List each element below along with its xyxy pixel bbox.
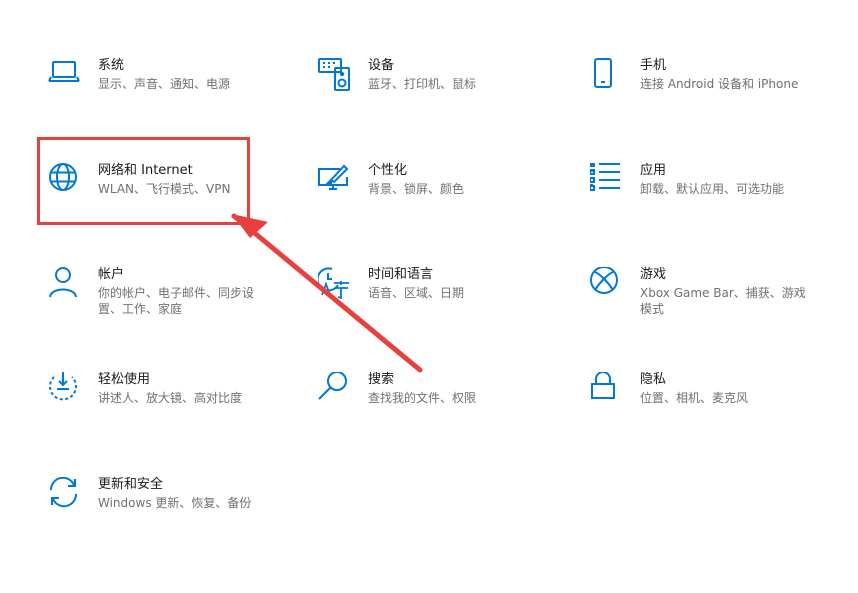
tile-title: 网络和 Internet xyxy=(98,163,193,178)
tile-title: 搜索 xyxy=(368,372,395,387)
tile-title: 更新和安全 xyxy=(98,477,164,492)
tile-title: 帐户 xyxy=(98,267,125,282)
sync-icon xyxy=(48,477,80,511)
tile-title: 隐私 xyxy=(640,372,667,387)
settings-tile-phone[interactable]: 手机 连接 Android 设备和 iPhone xyxy=(590,58,835,118)
settings-tile-personalization[interactable]: 个性化 背景、锁屏、颜色 xyxy=(318,163,563,223)
keyboard-speaker-icon xyxy=(318,58,350,92)
settings-tile-accounts[interactable]: 帐户 你的帐户、电子邮件、同步设置、工作、家庭 xyxy=(48,267,293,327)
tile-description: 讲述人、放大镜、高对比度 xyxy=(98,391,243,405)
tile-description: 你的帐户、电子邮件、同步设置、工作、家庭 xyxy=(98,286,255,316)
settings-tile-apps[interactable]: 应用 卸载、默认应用、可选功能 xyxy=(590,163,835,223)
settings-tile-gaming[interactable]: 游戏 Xbox Game Bar、捕获、游戏模式 xyxy=(590,267,835,327)
time-language-icon xyxy=(318,267,350,301)
tile-description: 背景、锁屏、颜色 xyxy=(368,182,465,196)
settings-tile-devices[interactable]: 设备 蓝牙、打印机、鼠标 xyxy=(318,58,563,118)
tile-description: Xbox Game Bar、捕获、游戏模式 xyxy=(640,286,806,316)
search-icon xyxy=(318,372,350,406)
tile-description: Windows 更新、恢复、备份 xyxy=(98,496,252,510)
person-icon xyxy=(48,267,80,301)
tile-description: 查找我的文件、权限 xyxy=(368,391,477,405)
settings-tile-update-security[interactable]: 更新和安全 Windows 更新、恢复、备份 xyxy=(48,477,293,537)
tile-description: 显示、声音、通知、电源 xyxy=(98,77,231,91)
tile-title: 游戏 xyxy=(640,267,667,282)
lock-icon xyxy=(590,372,622,406)
tile-description: 连接 Android 设备和 iPhone xyxy=(640,77,799,91)
tile-description: WLAN、飞行模式、VPN xyxy=(98,182,231,196)
phone-icon xyxy=(590,58,622,92)
monitor-brush-icon xyxy=(318,163,350,197)
app-list-icon xyxy=(590,163,622,197)
tile-description: 卸载、默认应用、可选功能 xyxy=(640,182,785,196)
settings-tile-system[interactable]: 系统 显示、声音、通知、电源 xyxy=(48,58,293,118)
tile-title: 设备 xyxy=(368,58,395,73)
settings-home: 系统 显示、声音、通知、电源 设备 蓝牙、打印机、鼠标 手机 连接 Androi… xyxy=(0,0,858,593)
tile-title: 手机 xyxy=(640,58,667,73)
tile-title: 时间和语言 xyxy=(368,267,434,282)
globe-icon xyxy=(48,163,80,197)
tile-description: 语音、区域、日期 xyxy=(368,286,465,300)
tile-title: 系统 xyxy=(98,58,125,73)
tile-description: 位置、相机、麦克风 xyxy=(640,391,749,405)
tile-title: 应用 xyxy=(640,163,667,178)
settings-tile-ease-of-access[interactable]: 轻松使用 讲述人、放大镜、高对比度 xyxy=(48,372,293,432)
settings-tile-time-language[interactable]: 时间和语言 语音、区域、日期 xyxy=(318,267,563,327)
settings-tile-network[interactable]: 网络和 Internet WLAN、飞行模式、VPN xyxy=(48,163,293,223)
xbox-icon xyxy=(590,267,622,301)
tile-title: 轻松使用 xyxy=(98,372,151,387)
tile-description: 蓝牙、打印机、鼠标 xyxy=(368,77,477,91)
settings-tile-search[interactable]: 搜索 查找我的文件、权限 xyxy=(318,372,563,432)
laptop-icon xyxy=(48,58,80,92)
tile-title: 个性化 xyxy=(368,163,408,178)
ease-of-access-icon xyxy=(48,372,80,406)
settings-tile-privacy[interactable]: 隐私 位置、相机、麦克风 xyxy=(590,372,835,432)
